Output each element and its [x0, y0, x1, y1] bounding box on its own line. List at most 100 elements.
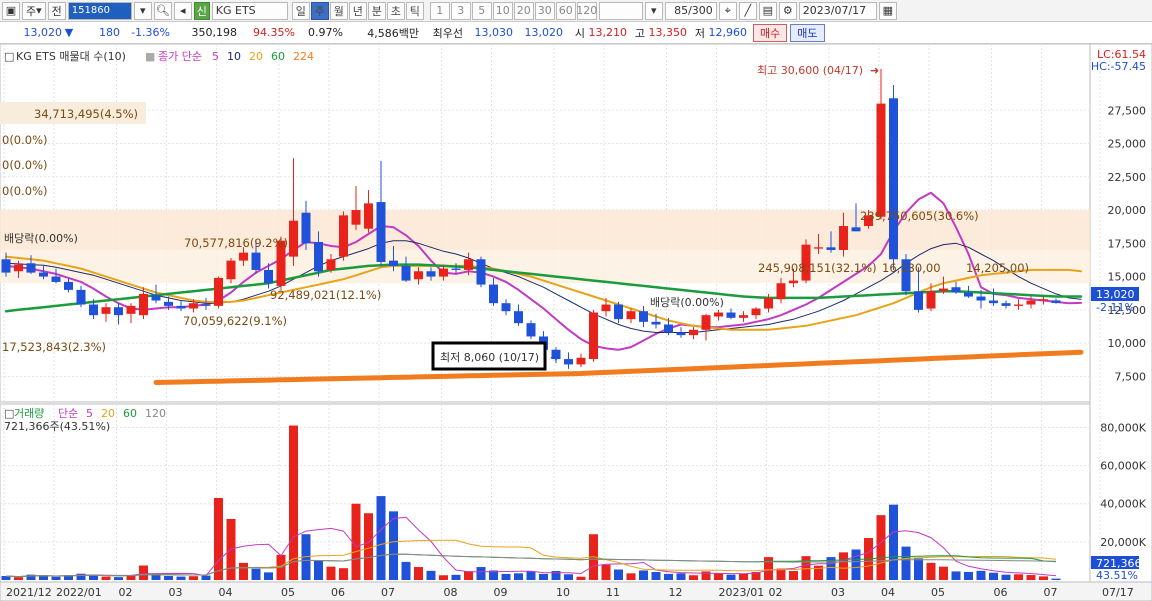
candle-body-41 [514, 311, 523, 324]
crosshair-icon[interactable]: ⌖ [718, 1, 737, 20]
vp-label-9: 245,908,151(32.1%) [758, 261, 877, 275]
price-panel-title[interactable]: KG ETS 매물대 수(10) [16, 50, 126, 63]
candle-body-57 [714, 312, 723, 317]
dividend-annotation-2: 배당락(0.00%) [650, 296, 724, 309]
gear-icon[interactable]: ⚙ [778, 1, 797, 20]
volume-ratio: 94.35% [253, 26, 295, 39]
volume-bar-32 [401, 561, 411, 580]
volume-bar-67 [839, 552, 848, 580]
x-axis-label-7: 07 [381, 586, 395, 599]
drawing-tool-icon[interactable]: ╱ [738, 1, 757, 20]
x-axis-label-16: 04 [881, 586, 895, 599]
candle-body-60 [751, 308, 761, 316]
period-tab-6[interactable]: 틱 [405, 1, 424, 20]
stock-code-input[interactable]: 151860 [67, 1, 132, 20]
interval-tab-120[interactable]: 120 [576, 1, 597, 20]
price-tick-8: 7,500 [1115, 370, 1147, 383]
candle-body-70 [876, 103, 886, 217]
period-tab-2[interactable]: 월 [329, 1, 348, 20]
save-icon[interactable]: ▤ [758, 1, 777, 20]
candle-body-32 [401, 265, 411, 281]
candle-body-47 [589, 312, 598, 360]
stock-chart[interactable]: 27,50025,00022,50020,00017,50015,00012,5… [0, 44, 1152, 601]
volume-bar-77 [964, 571, 973, 580]
candle-body-37 [464, 259, 473, 270]
candle-body-36 [451, 268, 461, 270]
volume-bar-70 [876, 515, 886, 580]
candle-body-59 [739, 315, 748, 318]
volume-bar-1 [14, 577, 23, 580]
volume-panel-title[interactable]: 거래량 [14, 407, 44, 420]
vp-label-1: 34,713,495(4.5%) [34, 107, 138, 121]
code-dropdown-icon[interactable]: ▾ [133, 1, 152, 20]
volume-bar-17 [214, 498, 223, 580]
period-tab-4[interactable]: 분 [367, 1, 386, 20]
candle-body-55 [689, 329, 698, 336]
search-icon[interactable]: 🔍︎ [153, 1, 172, 20]
period-tab-5[interactable]: 초 [386, 1, 405, 20]
date-field[interactable]: 2023/07/17 [798, 1, 877, 20]
candle-body-2 [26, 263, 36, 273]
candle-body-62 [776, 283, 786, 300]
candle-body-30 [376, 202, 386, 262]
low-annotation: 최저 8,060 (10/17) [440, 351, 539, 364]
candle-body-8 [101, 307, 111, 314]
interval-tab-20[interactable]: 20 [513, 1, 534, 20]
interval-dropdown-icon[interactable]: ▾ [644, 1, 663, 20]
candle-body-58 [726, 312, 736, 318]
market-select[interactable]: 주 ▾ [22, 1, 46, 20]
candle-body-28 [351, 210, 361, 225]
credit-tag: 신 [193, 1, 210, 20]
volume-bar-79 [989, 572, 998, 580]
volume-bar-34 [426, 570, 436, 580]
speaker-icon[interactable]: ◂ [173, 1, 192, 20]
interval-tab-60[interactable]: 60 [555, 1, 576, 20]
period-tab-1[interactable]: 주 [310, 1, 329, 20]
volume-ma-label[interactable]: 단순 [58, 407, 78, 420]
period-tab-3[interactable]: 년 [348, 1, 367, 20]
volume-bar-4 [51, 576, 61, 580]
period-tab-0[interactable]: 일 [291, 1, 310, 20]
open-price: 13,210 [588, 26, 628, 39]
candle-body-4 [51, 276, 61, 282]
ma-legend-label[interactable]: 종가 단순 [158, 50, 202, 63]
candle-body-19 [239, 252, 248, 261]
volume-bar-15 [189, 576, 198, 580]
volume-bar-80 [1001, 574, 1011, 580]
stock-name-field[interactable]: KG ETS [211, 1, 288, 20]
candle-body-12 [151, 295, 161, 301]
volume-ma-legend-20: 20 [101, 407, 115, 420]
volume-bar-19 [239, 562, 248, 580]
ma-legend-20: 20 [249, 50, 263, 63]
candle-body-13 [164, 301, 173, 306]
interval-tab-1[interactable]: 1 [429, 1, 450, 20]
volume-bar-74 [926, 562, 936, 580]
volume-bar-83 [1039, 576, 1048, 580]
interval-input[interactable] [598, 1, 643, 20]
candle-body-0 [1, 259, 11, 273]
vp-label-5: 17,523,843(2.3%) [2, 340, 106, 354]
interval-tab-5[interactable]: 5 [471, 1, 492, 20]
candle-body-75 [939, 288, 948, 292]
buy-button[interactable]: 매수 [753, 23, 788, 42]
candle-body-15 [189, 303, 198, 309]
candle-body-65 [814, 247, 823, 249]
candle-body-20 [251, 252, 261, 270]
candle-body-49 [614, 304, 623, 320]
interval-tab-30[interactable]: 30 [534, 1, 555, 20]
x-axis-label-14: 02 [769, 586, 783, 599]
sell-button[interactable]: 매도 [790, 23, 825, 42]
x-axis-label-4: 04 [219, 586, 233, 599]
window-menu-icon[interactable]: ▣ [2, 1, 20, 20]
candle-body-21 [264, 269, 273, 284]
chart-kind-select[interactable]: 전 [47, 1, 66, 20]
display-count-field[interactable]: 85/300 [664, 1, 717, 20]
calendar-icon[interactable]: ▦ [878, 1, 897, 20]
interval-tab-3[interactable]: 3 [450, 1, 471, 20]
interval-tabs: 1 3 5 10 20 30 60 120 [429, 1, 597, 20]
interval-tab-10[interactable]: 10 [492, 1, 513, 20]
volume-bar-43 [539, 573, 548, 580]
candle-body-7 [89, 304, 98, 316]
volume-ma-legend-60: 60 [123, 407, 137, 420]
vp-label-6: 70,577,816(9.2%) [184, 236, 288, 250]
